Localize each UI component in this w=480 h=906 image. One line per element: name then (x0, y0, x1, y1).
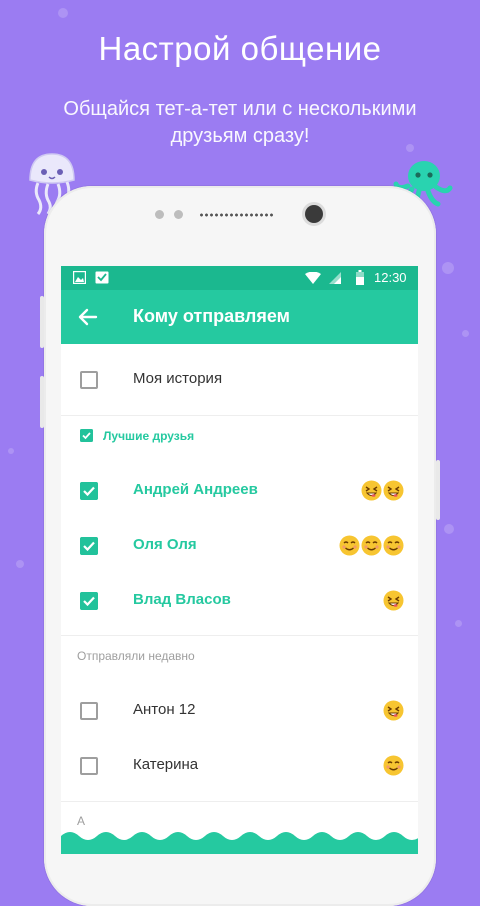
phone-screen: 12:30 Кому отправляем Моя история Лучшие… (61, 266, 418, 854)
grin-squint-emoji-icon (383, 480, 404, 501)
friend-name: Влад Власов (133, 591, 231, 608)
recent-checkbox[interactable] (80, 757, 98, 775)
gallery-icon (73, 271, 86, 284)
friend-emojis (383, 590, 404, 611)
sensor-dot (155, 210, 164, 219)
status-bar: 12:30 (61, 266, 418, 290)
grin-squint-emoji-icon (361, 480, 382, 501)
bubble (58, 8, 68, 18)
my-story-label: Моя история (133, 370, 223, 387)
message-icon (95, 271, 109, 284)
recent-row[interactable]: Антон 12 (61, 683, 418, 738)
divider (61, 801, 418, 802)
smile-emoji-icon (361, 535, 382, 556)
recent-name: Катерина (133, 756, 199, 773)
volume-button (40, 296, 44, 348)
friend-row[interactable]: Андрей Андреев (61, 463, 418, 518)
friend-name: Андрей Андреев (133, 481, 258, 498)
friend-emojis (361, 480, 404, 501)
signal-icon (329, 272, 341, 284)
power-button (436, 460, 440, 520)
wifi-icon (305, 272, 321, 284)
friend-checkbox[interactable] (80, 537, 98, 555)
promo-subtitle: Общайся тет-а-тет или с несколькими друз… (40, 96, 440, 150)
best-friends-checkbox[interactable] (80, 429, 93, 442)
promo-subtitle-line-1: Общайся тет-а-тет или с несколькими (63, 98, 417, 120)
smile-emoji-icon (339, 535, 360, 556)
bubble (8, 448, 14, 454)
battery-icon (356, 270, 364, 285)
recent-name: Антон 12 (133, 701, 196, 718)
recent-row[interactable]: Катерина (61, 738, 418, 793)
divider (61, 415, 418, 416)
bottom-wave (61, 832, 418, 854)
my-story-checkbox[interactable] (80, 371, 98, 389)
bubble (462, 330, 469, 337)
friend-row[interactable]: Оля Оля (61, 518, 418, 573)
back-arrow-icon[interactable] (78, 307, 98, 327)
friend-name: Оля Оля (133, 536, 197, 553)
promo-subtitle-line-2: друзьям сразу! (170, 125, 310, 147)
app-bar-title: Кому отправляем (133, 306, 290, 326)
recent-checkbox[interactable] (80, 702, 98, 720)
grin-squint-emoji-icon (383, 700, 404, 721)
my-story-row[interactable]: Моя история (61, 352, 418, 407)
front-camera (305, 205, 323, 223)
divider (61, 635, 418, 636)
recent-emojis (383, 700, 404, 721)
friend-emojis (339, 535, 404, 556)
promo-title: Настрой общение (98, 30, 382, 67)
bubble (16, 560, 24, 568)
friend-row[interactable]: Влад Власов (61, 573, 418, 628)
sensor-dot (174, 210, 183, 219)
friend-checkbox[interactable] (80, 592, 98, 610)
smile-emoji-icon (383, 535, 404, 556)
speaker-grill (199, 212, 275, 218)
app-bar: Кому отправляем (61, 290, 418, 344)
recent-emojis (383, 755, 404, 776)
bubble (442, 262, 454, 274)
bubble (444, 524, 454, 534)
volume-button (40, 376, 44, 428)
friend-checkbox[interactable] (80, 482, 98, 500)
alpha-header: А (77, 814, 86, 828)
grin-squint-emoji-icon (383, 590, 404, 611)
bubble (455, 620, 462, 627)
best-friends-header: Лучшие друзья (103, 429, 195, 443)
clock: 12:30 (374, 270, 407, 285)
recent-header: Отправляли недавно (77, 649, 195, 663)
smile-emoji-icon (383, 755, 404, 776)
